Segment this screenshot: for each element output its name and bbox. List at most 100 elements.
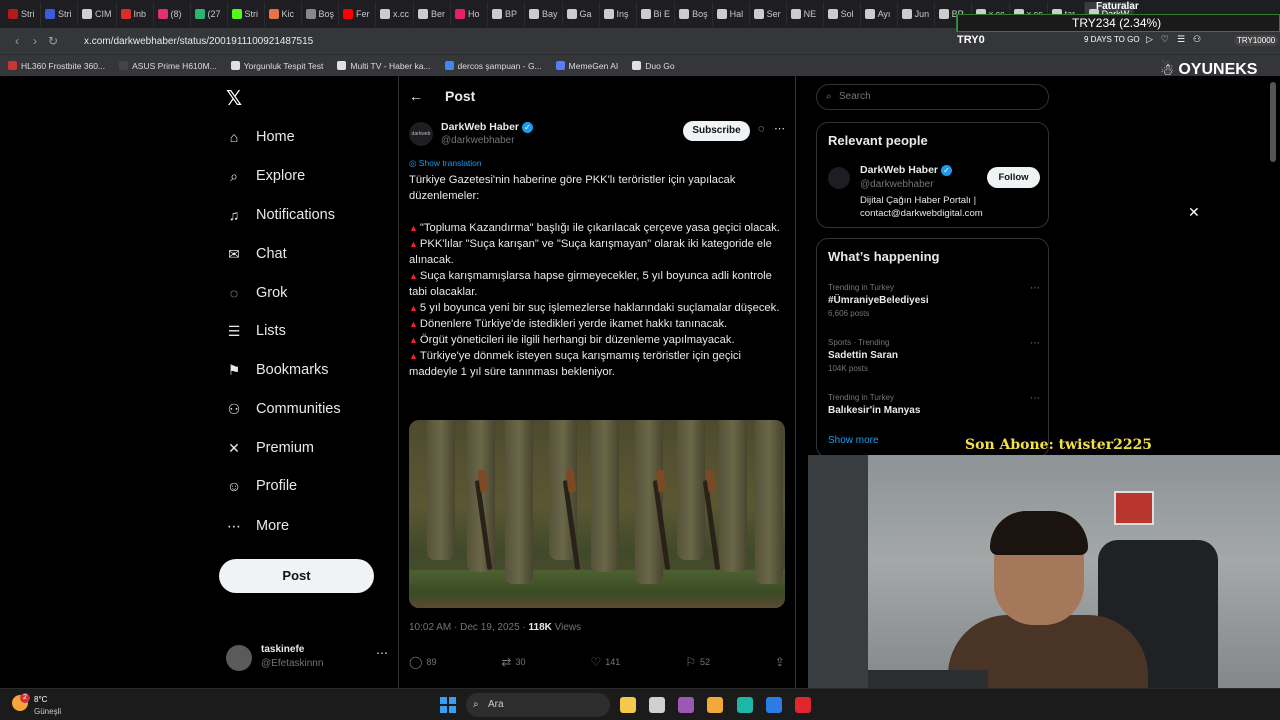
image-rifle-stock — [655, 469, 667, 493]
show-translation-link[interactable]: ◎ Show translation — [409, 158, 482, 169]
bookmark-item[interactable]: Duo Go — [632, 61, 675, 71]
sidebar-item-communities[interactable]: ⚇ Communities — [226, 395, 341, 423]
browser-tab[interactable]: (27 — [191, 2, 228, 26]
browser-tab[interactable]: Bi E — [637, 2, 676, 26]
share-button[interactable]: ⇪ — [775, 654, 785, 670]
avatar[interactable] — [828, 167, 850, 189]
back-nav-icon[interactable]: ‹ — [8, 34, 26, 48]
grok-icon[interactable]: ◌ — [758, 123, 765, 135]
browser-tab[interactable]: CIM — [78, 2, 117, 26]
sidebar-item-more[interactable]: ⋯ More — [226, 512, 289, 540]
post-time[interactable]: 10:02 AM · Dec 19, 2025 · — [409, 622, 529, 633]
sidebar-item-bookmarks[interactable]: ⚑ Bookmarks — [226, 356, 329, 384]
subscribe-button[interactable]: Subscribe — [683, 121, 750, 141]
sidebar-item-home[interactable]: ⌂ Home — [226, 123, 295, 151]
browser-tab[interactable]: Inş — [600, 2, 637, 26]
trend-item[interactable]: Trending in Turkey #ÜmraniyeBelediyesi 6,6… — [828, 283, 1040, 318]
post-button[interactable]: Post — [219, 559, 374, 593]
file-explorer-icon[interactable] — [620, 697, 636, 713]
browser-tab[interactable]: Bay — [525, 2, 563, 26]
tab-favicon-icon — [753, 9, 764, 19]
browser-tab[interactable]: Fer — [339, 2, 377, 26]
bookmark-item[interactable]: HL360 Frostbite 360... — [8, 61, 105, 71]
browser-tab[interactable]: Ho — [451, 2, 489, 26]
browser-tab[interactable]: Ber — [414, 2, 452, 26]
edge-icon[interactable] — [737, 697, 753, 713]
trend-item[interactable]: Trending in Turkey Balıkesir'in Manyas ⋯ — [828, 393, 1040, 416]
windows-start-icon[interactable] — [440, 697, 456, 713]
sidebar-item-profile[interactable]: ☺ Profile — [226, 472, 297, 500]
like-button[interactable]: ♡ 141 — [590, 654, 620, 670]
bookmark-item[interactable]: Multi TV - Haber ka... — [337, 61, 431, 71]
copilot-icon[interactable] — [678, 697, 694, 713]
taskbar-search-input[interactable]: ⌕ Ara — [466, 693, 610, 717]
browser-tab[interactable]: Stri — [228, 2, 265, 26]
sidebar-item-lists[interactable]: ☰ Lists — [226, 317, 286, 345]
forward-nav-icon[interactable]: › — [26, 34, 44, 48]
more-icon[interactable]: ⋯ — [1030, 338, 1040, 349]
bookmark-item[interactable]: ASUS Prime H610M... — [119, 61, 217, 71]
browser-tab[interactable]: Ayı — [861, 2, 898, 26]
bookmark-item[interactable]: MemeGen AI — [555, 61, 618, 71]
author-name[interactable]: DarkWeb Haber ✓ — [441, 121, 534, 133]
browser-tab[interactable]: BP — [488, 2, 526, 26]
more-icon[interactable]: ⋯ — [774, 122, 785, 135]
store-icon[interactable] — [766, 697, 782, 713]
account-switcher[interactable]: taskinefe @Efetaskinnn ⋯ — [226, 642, 388, 672]
author-handle[interactable]: @darkwebhaber — [441, 135, 515, 146]
repost-button[interactable]: ⇄ 30 — [501, 654, 525, 670]
more-icon[interactable]: ⋯ — [1030, 283, 1040, 294]
bookmark-button[interactable]: ⚐ 52 — [685, 654, 710, 670]
search-input[interactable]: ⌕ Search — [816, 84, 1049, 110]
browser-tab[interactable]: Boş — [302, 2, 340, 26]
bookmark-item[interactable]: Yorgunluk Tespit Test — [230, 61, 323, 71]
bookmark-icon: ⚑ — [227, 361, 241, 378]
show-more-link[interactable]: Show more — [828, 435, 879, 446]
browser-tab[interactable]: Stri — [41, 2, 78, 26]
author-avatar[interactable]: darkweb — [409, 122, 433, 146]
show-translation-text[interactable]: Show translation — [419, 158, 482, 168]
follow-button[interactable]: Follow — [987, 167, 1040, 188]
browser-tab[interactable]: Ser — [750, 2, 787, 26]
browser-tab[interactable]: Sol — [824, 2, 861, 26]
more-icon[interactable]: ⋯ — [1030, 393, 1040, 404]
bell-icon: ♫ — [228, 207, 240, 223]
browser-tab[interactable]: Boş — [675, 2, 713, 26]
browser-tab[interactable]: Ga — [563, 2, 600, 26]
browser-tab[interactable]: (8) — [154, 2, 191, 26]
browser-tab[interactable]: Inb — [117, 2, 154, 26]
trend-item[interactable]: Sports · Trending Sadettin Saran 104K post… — [828, 338, 1040, 373]
x-logo-icon[interactable]: 𝕏 — [226, 86, 242, 111]
bookmark-label: dercos şampuan - G... — [457, 60, 542, 71]
browser-tab[interactable]: Kic — [265, 2, 302, 26]
person-name[interactable]: DarkWeb Haber ✓ — [860, 164, 953, 176]
bookmark-item[interactable]: dercos şampuan - G... — [444, 60, 542, 71]
browser-tab[interactable]: NE — [787, 2, 824, 26]
url-field[interactable]: x.com/darkwebhaber/status/20019111009214… — [84, 36, 313, 47]
page-scrollbar[interactable] — [1270, 82, 1276, 162]
sidebar-item-premium[interactable]: ✕ Premium — [226, 434, 314, 462]
terminal-icon[interactable] — [649, 697, 665, 713]
browser-tab[interactable]: Jun — [898, 2, 935, 26]
subscriber-label: Son Abone: twister2225 — [965, 437, 1153, 453]
post-image[interactable] — [409, 420, 785, 608]
sidebar-item-grok[interactable]: ◌ Grok — [226, 279, 288, 307]
folder-icon[interactable] — [707, 697, 723, 713]
whats-happening-panel: What’s happening Trending in Turkey #Ümra… — [816, 238, 1049, 458]
sidebar-item-label: Premium — [256, 440, 315, 456]
browser-tab[interactable]: Hal — [713, 2, 750, 26]
reload-icon[interactable]: ↻ — [44, 34, 62, 48]
opera-icon[interactable] — [795, 697, 811, 713]
more-icon[interactable]: ⋯ — [376, 646, 388, 660]
reply-button[interactable]: ◯ 89 — [409, 654, 436, 670]
weather-widget[interactable]: 2 8°C Güneşli — [12, 693, 72, 717]
person-handle[interactable]: @darkwebhaber — [860, 179, 934, 190]
browser-tab[interactable]: x.cc — [376, 2, 415, 26]
browser-tab[interactable]: Stri — [4, 2, 41, 26]
sidebar-item-explore[interactable]: ⌕ Explore — [226, 162, 305, 190]
author-name-text[interactable]: DarkWeb Haber — [441, 121, 519, 133]
sidebar-item-chat[interactable]: ✉ Chat — [226, 240, 287, 268]
sidebar-item-notifications[interactable]: ♫ Notifications — [226, 201, 335, 229]
person-name-text[interactable]: DarkWeb Haber — [860, 164, 938, 176]
back-arrow-icon[interactable]: ← — [409, 88, 423, 104]
